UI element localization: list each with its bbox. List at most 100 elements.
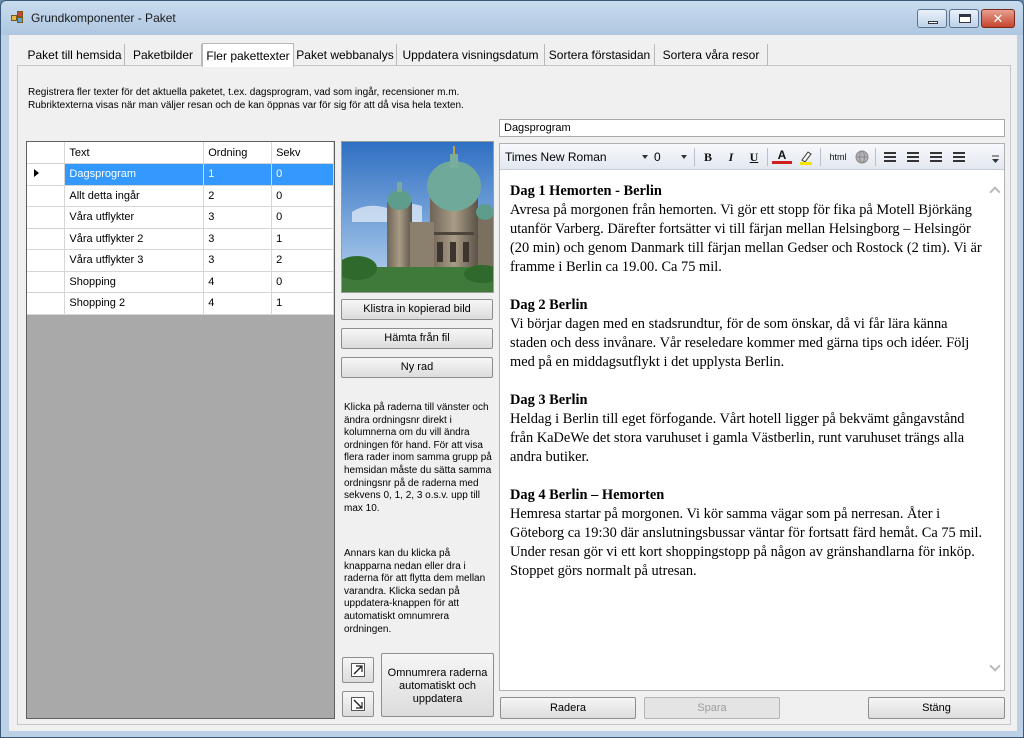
underline-button[interactable]: U: [744, 148, 764, 166]
table-row[interactable]: Våra utflykter 2 3 1: [27, 228, 334, 250]
tab-paket-till-hemsida[interactable]: Paket till hemsida: [25, 44, 125, 66]
bold-button[interactable]: B: [698, 148, 718, 166]
cell-text[interactable]: Allt detta ingår: [64, 185, 205, 207]
paste-image-button[interactable]: Klistra in kopierad bild: [341, 299, 493, 320]
window-title: Grundkomponenter - Paket: [31, 11, 176, 25]
cell-ordning[interactable]: 3: [203, 206, 273, 229]
grid-header-row: Text Ordning Sekv: [27, 142, 334, 164]
tab-fler-pakettexter[interactable]: Fler pakettexter: [202, 43, 294, 67]
cell-text[interactable]: Dagsprogram: [64, 163, 205, 186]
font-color-button[interactable]: A: [772, 148, 792, 164]
chevron-down-icon: [642, 155, 648, 159]
globe-link-icon: [855, 150, 869, 164]
tab-sortera-vara-resor[interactable]: Sortera våra resor: [655, 44, 768, 66]
cell-text[interactable]: Våra utflykter 3: [64, 249, 205, 272]
table-row[interactable]: Dagsprogram 1 0: [27, 163, 334, 186]
help-text-manual: Klicka på raderna till vänster och ändra…: [344, 402, 492, 514]
maximize-button[interactable]: [949, 9, 979, 28]
cell-sekv[interactable]: 2: [271, 249, 334, 272]
renumber-update-button[interactable]: Omnumrera raderna automatiskt och uppdat…: [381, 653, 494, 717]
highlighter-icon: [800, 151, 812, 165]
row-selector[interactable]: [27, 228, 66, 250]
cell-sekv[interactable]: 0: [271, 163, 334, 186]
justify-button[interactable]: [949, 148, 969, 166]
description: Registrera fler texter för det aktuella …: [28, 86, 498, 112]
move-up-icon: [351, 663, 365, 677]
move-row-down-button[interactable]: [342, 691, 374, 717]
day-heading: Dag 3 Berlin: [510, 392, 588, 408]
cell-ordning[interactable]: 4: [203, 292, 273, 315]
new-row-button[interactable]: Ny rad: [341, 357, 493, 378]
table-row[interactable]: Shopping 2 4 1: [27, 292, 334, 315]
font-size-select[interactable]: 0: [653, 148, 689, 166]
scroll-down-icon[interactable]: [989, 660, 1001, 672]
title-bar[interactable]: Grundkomponenter - Paket ✕: [1, 1, 1023, 35]
rich-text-editor[interactable]: Times New Roman 0 B I U A html Dag 1 Hem…: [499, 143, 1005, 691]
cell-sekv[interactable]: 1: [271, 292, 334, 315]
cell-text[interactable]: Shopping 2: [64, 292, 205, 315]
tab-paket-webbanalys[interactable]: Paket webbanalys: [294, 44, 397, 66]
font-family-select[interactable]: Times New Roman: [504, 148, 650, 166]
italic-button[interactable]: I: [721, 148, 741, 166]
day-body: Vi börjar dagen med en stadsrundtur, för…: [510, 316, 970, 370]
align-left-button[interactable]: [880, 148, 900, 166]
tab-strip: Paket till hemsida Paketbilder Fler pake…: [17, 43, 1017, 67]
close-window-button[interactable]: ✕: [981, 9, 1015, 28]
cell-sekv[interactable]: 0: [271, 185, 334, 207]
column-header-text[interactable]: Text: [64, 142, 205, 164]
align-left-icon: [884, 152, 896, 162]
cell-ordning[interactable]: 3: [203, 228, 273, 250]
table-row[interactable]: Våra utflykter 3 0: [27, 206, 334, 229]
cell-text[interactable]: Våra utflykter: [64, 206, 205, 229]
table-row[interactable]: Shopping 4 0: [27, 271, 334, 293]
cell-ordning[interactable]: 2: [203, 185, 273, 207]
save-button[interactable]: Spara: [644, 697, 780, 719]
day-heading: Dag 4 Berlin – Hemorten: [510, 487, 665, 503]
align-center-button[interactable]: [903, 148, 923, 166]
highlight-button[interactable]: [796, 148, 816, 166]
package-photo: [341, 141, 494, 293]
tab-uppdatera-visningsdatum[interactable]: Uppdatera visningsdatum: [397, 44, 545, 66]
cell-ordning[interactable]: 4: [203, 271, 273, 293]
toolbar-overflow-icon[interactable]: [991, 155, 1000, 164]
delete-button[interactable]: Radera: [500, 697, 636, 719]
row-selector[interactable]: [27, 292, 66, 315]
cell-sekv[interactable]: 0: [271, 206, 334, 229]
minimize-icon: [928, 21, 938, 24]
day-heading: Dag 2 Berlin: [510, 297, 588, 313]
row-selector[interactable]: [27, 271, 66, 293]
cell-sekv[interactable]: 1: [271, 228, 334, 250]
cell-sekv[interactable]: 0: [271, 271, 334, 293]
heading-input[interactable]: Dagsprogram: [499, 119, 1005, 137]
editor-scrollbar[interactable]: [987, 174, 1004, 688]
row-selector[interactable]: [27, 249, 66, 272]
scroll-up-icon[interactable]: [989, 186, 1001, 198]
move-row-up-button[interactable]: [342, 657, 374, 683]
table-row[interactable]: Våra utflykter 3 3 2: [27, 249, 334, 272]
column-header-ordning[interactable]: Ordning: [203, 142, 273, 164]
close-button[interactable]: Stäng: [868, 697, 1005, 719]
align-center-icon: [907, 152, 919, 162]
close-icon: ✕: [992, 11, 1004, 26]
insert-link-button[interactable]: [852, 148, 872, 166]
load-from-file-button[interactable]: Hämta från fil: [341, 328, 493, 349]
row-selector[interactable]: [27, 185, 66, 207]
html-view-button[interactable]: html: [825, 148, 851, 166]
row-selector[interactable]: [27, 163, 66, 186]
cathedral-image: [342, 142, 493, 292]
cell-ordning[interactable]: 3: [203, 249, 273, 272]
row-selector[interactable]: [27, 206, 66, 229]
tab-sortera-forstasidan[interactable]: Sortera förstasidan: [545, 44, 655, 66]
column-header-sekv[interactable]: Sekv: [271, 142, 334, 164]
application-window: Grundkomponenter - Paket ✕ Paket till he…: [0, 0, 1024, 738]
cell-text[interactable]: Shopping: [64, 271, 205, 293]
tab-paketbilder[interactable]: Paketbilder: [125, 44, 202, 66]
align-right-button[interactable]: [926, 148, 946, 166]
minimize-button[interactable]: [917, 9, 947, 28]
cell-ordning[interactable]: 1: [203, 163, 273, 186]
table-row[interactable]: Allt detta ingår 2 0: [27, 185, 334, 207]
document-content[interactable]: Dag 1 Hemorten - Berlin Avresa på morgon…: [510, 182, 984, 600]
text-grid[interactable]: Text Ordning Sekv Dagsprogram 1 0 Allt d…: [26, 141, 335, 719]
editor-toolbar: Times New Roman 0 B I U A html: [500, 144, 1004, 170]
cell-text[interactable]: Våra utflykter 2: [64, 228, 205, 250]
